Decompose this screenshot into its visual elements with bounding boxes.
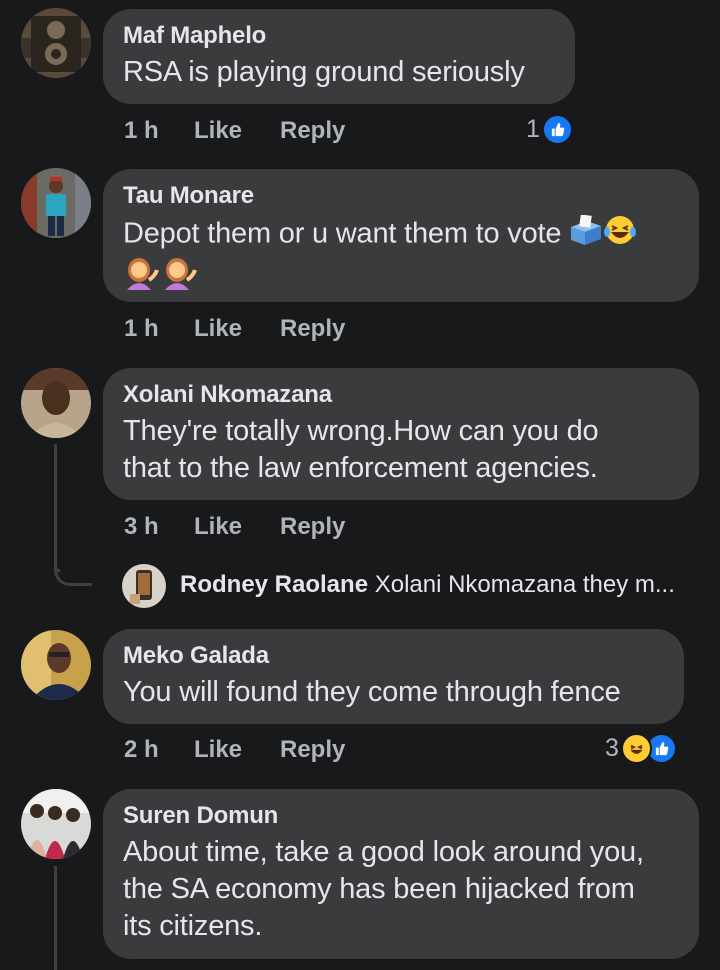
avatar[interactable]: [21, 630, 91, 700]
comment-actions: 1 h Like Reply: [124, 111, 345, 151]
comment-text-line: its citizens.: [123, 910, 263, 942]
timestamp[interactable]: 1 h: [124, 315, 194, 343]
commenter-name[interactable]: Tau Monare: [123, 181, 679, 211]
reply-button[interactable]: Reply: [280, 513, 345, 541]
like-icon: [541, 114, 573, 145]
timestamp[interactable]: 1 h: [124, 117, 194, 145]
reply-avatar[interactable]: [122, 564, 166, 608]
comment-text-line: that to the law enforcement agencies.: [123, 452, 598, 484]
comment-bubble: Tau Monare Depot them or u want them to …: [103, 169, 699, 302]
comment-actions: 1 h Like Reply: [124, 309, 345, 349]
comment-text-line: They're totally wrong.How can you do: [123, 415, 599, 447]
commenter-name[interactable]: Meko Galada: [123, 641, 664, 671]
timestamp[interactable]: 3 h: [124, 513, 194, 541]
comment-text-line: the SA economy has been hijacked from: [123, 873, 635, 905]
comment-text: They're totally wrong.How can you do tha…: [123, 413, 679, 487]
reply-preview-text: Xolani Nkomazana they m...: [374, 571, 675, 598]
comment-actions: 2 h Like Reply: [124, 730, 345, 770]
comment-text: You will found they come through fence: [123, 676, 621, 708]
comment-text-line: About time, take a good look around you,: [123, 836, 644, 868]
thread-line: [54, 444, 57, 572]
comment-bubble: Meko Galada You will found they come thr…: [103, 629, 684, 724]
avatar[interactable]: [21, 168, 91, 238]
reaction-summary[interactable]: 1: [526, 114, 573, 145]
ballot-box-icon: [569, 214, 603, 255]
comment-actions: 3 h Like Reply: [124, 507, 345, 547]
like-button[interactable]: Like: [194, 513, 280, 541]
reaction-summary[interactable]: 3: [605, 733, 677, 764]
emoji-row: [123, 256, 679, 295]
laughing-tears-icon: [603, 214, 637, 256]
comment-bubble: Maf Maphelo RSA is playing ground seriou…: [103, 9, 575, 104]
thread-line: [54, 866, 57, 970]
reaction-count: 1: [526, 115, 540, 143]
like-button[interactable]: Like: [194, 117, 280, 145]
commenter-name[interactable]: Suren Domun: [123, 801, 679, 831]
comment-text-content: Depot them or u want them to vote: [123, 217, 562, 250]
avatar[interactable]: [21, 368, 91, 438]
commenter-name[interactable]: Xolani Nkomazana: [123, 380, 679, 410]
like-button[interactable]: Like: [194, 315, 280, 343]
reply-button[interactable]: Reply: [280, 315, 345, 343]
comment-text: About time, take a good look around you,…: [123, 834, 679, 945]
like-button[interactable]: Like: [194, 736, 280, 764]
woman-tipping-hand-icon: [123, 256, 159, 295]
reply-preview[interactable]: Rodney Raolane Xolani Nkomazana they m..…: [180, 571, 675, 599]
reply-author-name[interactable]: Rodney Raolane: [180, 571, 368, 598]
avatar[interactable]: [21, 789, 91, 859]
thread-connector-curve: [54, 556, 92, 586]
laughing-tears-icon: [620, 733, 652, 764]
comment-text: RSA is playing ground seriously: [123, 56, 525, 88]
comment-text: Depot them or u want them to vote: [123, 214, 679, 256]
reply-button[interactable]: Reply: [280, 117, 345, 145]
avatar[interactable]: [21, 8, 91, 78]
comment-bubble: Suren Domun About time, take a good look…: [103, 789, 699, 959]
reply-button[interactable]: Reply: [280, 736, 345, 764]
comment-bubble: Xolani Nkomazana They're totally wrong.H…: [103, 368, 699, 500]
commenter-name[interactable]: Maf Maphelo: [123, 21, 555, 51]
reaction-count: 3: [605, 734, 619, 762]
woman-tipping-hand-icon: [161, 256, 197, 295]
timestamp[interactable]: 2 h: [124, 736, 194, 764]
